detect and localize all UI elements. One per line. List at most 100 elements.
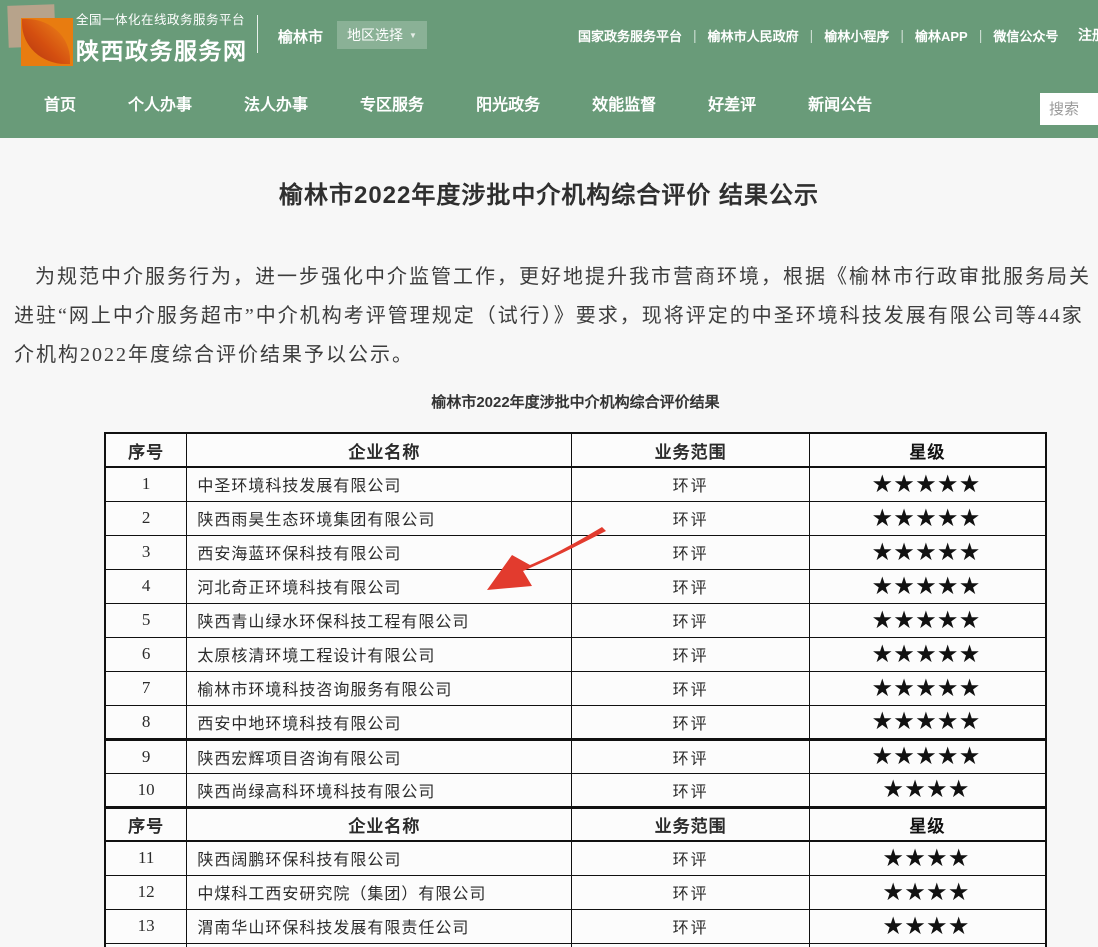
business-scope-cell: 环评: [572, 535, 809, 569]
row-number-cell: 12: [105, 875, 187, 909]
business-scope-cell: 环评: [572, 705, 809, 739]
row-number-cell: 8: [105, 705, 187, 739]
row-number-cell: 5: [105, 603, 187, 637]
table-row: 12中煤科工西安研究院（集团）有限公司环评★★★★: [105, 875, 1046, 909]
nav-item-legal-person[interactable]: 法人办事: [244, 91, 308, 115]
site-name: 陕西政务服务网: [76, 32, 248, 66]
business-scope-cell: 环评: [572, 467, 809, 501]
business-scope-cell: 环评: [572, 637, 809, 671]
region-select-button[interactable]: 地区选择 ▼: [337, 21, 427, 49]
company-name-cell: 陕西青山绿水环保科技工程有限公司: [187, 603, 572, 637]
column-header: 星级: [809, 807, 1046, 841]
star-rating-cell: ★★★★★: [809, 705, 1046, 739]
row-number-cell: 13: [105, 909, 187, 943]
nav-item-efficiency[interactable]: 效能监督: [592, 91, 656, 115]
company-name-cell: 西安中地环境科技有限公司: [187, 705, 572, 739]
nav-item-news[interactable]: 新闻公告: [808, 91, 872, 115]
column-header: 企业名称: [187, 807, 572, 841]
business-scope-cell: 环评: [572, 739, 809, 773]
table-row: 9陕西宏辉项目咨询有限公司环评★★★★★: [105, 739, 1046, 773]
company-name-cell: 太原核清环境工程设计有限公司: [187, 637, 572, 671]
table-row: 13渭南华山环保科技发展有限责任公司环评★★★★: [105, 909, 1046, 943]
business-scope-cell: 环评: [572, 875, 809, 909]
star-rating-cell: ★★★★★: [809, 739, 1046, 773]
row-number-cell: 11: [105, 841, 187, 875]
table-row: 5陕西青山绿水环保科技工程有限公司环评★★★★★: [105, 603, 1046, 637]
link-separator: |: [979, 27, 983, 43]
empty-cell: [187, 943, 572, 947]
quick-links: 国家政务服务平台 | 榆林市人民政府 | 榆林小程序 | 榆林APP | 微信公…: [578, 26, 1058, 44]
nav-item-rating[interactable]: 好差评: [708, 91, 756, 115]
column-header: 业务范围: [572, 433, 809, 467]
table-row: 1中圣环境科技发展有限公司环评★★★★★: [105, 467, 1046, 501]
nav-item-special-zone[interactable]: 专区服务: [360, 91, 424, 115]
empty-cell: [105, 943, 187, 947]
link-yulin-app[interactable]: 榆林APP: [915, 26, 968, 45]
star-rating-cell: ★★★★: [809, 773, 1046, 807]
star-rating-cell: ★★★★★: [809, 637, 1046, 671]
star-rating-cell: ★★★★★: [809, 501, 1046, 535]
region-select-label: 地区选择: [347, 25, 403, 45]
table-row: 4河北奇正环境科技有限公司环评★★★★★: [105, 569, 1046, 603]
company-name-cell: 陕西尚绿高科环境科技有限公司: [187, 773, 572, 807]
search-input[interactable]: [1040, 93, 1098, 125]
link-wechat-official[interactable]: 微信公众号: [993, 26, 1058, 45]
link-separator: |: [693, 27, 697, 43]
row-number-cell: 10: [105, 773, 187, 807]
company-name-cell: 渭南华山环保科技发展有限责任公司: [187, 909, 572, 943]
row-number-cell: 7: [105, 671, 187, 705]
business-scope-cell: 环评: [572, 569, 809, 603]
column-header: 企业名称: [187, 433, 572, 467]
nav-item-sunshine-gov[interactable]: 阳光政务: [476, 91, 540, 115]
table-header-row: 序号企业名称业务范围星级: [105, 433, 1046, 467]
nav-item-home[interactable]: 首页: [44, 91, 76, 115]
table-row: 2陕西雨昊生态环境集团有限公司环评★★★★★: [105, 501, 1046, 535]
business-scope-cell: 环评: [572, 501, 809, 535]
evaluation-table-body: 序号企业名称业务范围星级1中圣环境科技发展有限公司环评★★★★★2陕西雨昊生态环…: [105, 433, 1046, 947]
table-row: 3西安海蓝环保科技有限公司环评★★★★★: [105, 535, 1046, 569]
row-number-cell: 6: [105, 637, 187, 671]
star-rating-cell: ★★★★: [809, 841, 1046, 875]
brand-divider: [257, 15, 258, 53]
row-number-cell: 9: [105, 739, 187, 773]
site-logo[interactable]: [8, 4, 74, 66]
nav-item-personal[interactable]: 个人办事: [128, 91, 192, 115]
search-box: [1040, 93, 1098, 125]
company-name-cell: 中煤科工西安研究院（集团）有限公司: [187, 875, 572, 909]
current-city-label: 榆林市: [278, 26, 323, 47]
register-link[interactable]: 注册: [1078, 25, 1098, 45]
link-separator: |: [810, 27, 814, 43]
link-national-platform[interactable]: 国家政务服务平台: [578, 26, 682, 45]
company-name-cell: 陕西雨昊生态环境集团有限公司: [187, 501, 572, 535]
table-caption: 榆林市2022年度涉批中介机构综合评价结果: [104, 391, 1047, 412]
star-rating-cell: ★★★★★: [809, 671, 1046, 705]
row-number-cell: 2: [105, 501, 187, 535]
table-row: 7榆林市环境科技咨询服务有限公司环评★★★★★: [105, 671, 1046, 705]
empty-cell: [572, 943, 809, 947]
star-rating-cell: ★★★★★: [809, 603, 1046, 637]
announcement-page: 榆林市2022年度涉批中介机构综合评价 结果公示 为规范中介服务行为，进一步强化…: [0, 138, 1098, 947]
star-rating-cell: ★★★★★: [809, 569, 1046, 603]
row-number-cell: 1: [105, 467, 187, 501]
table-row-partial: [105, 943, 1046, 947]
table-header-row: 序号企业名称业务范围星级: [105, 807, 1046, 841]
table-row: 8西安中地环境科技有限公司环评★★★★★: [105, 705, 1046, 739]
announcement-paragraph: 为规范中介服务行为，进一步强化中介监管工作，更好地提升我市营商环境，根据《榆林市…: [14, 258, 1098, 375]
site-header: 全国一体化在线政务服务平台 陕西政务服务网 榆林市 地区选择 ▼ 国家政务服务平…: [0, 0, 1098, 138]
company-name-cell: 榆林市环境科技咨询服务有限公司: [187, 671, 572, 705]
company-name-cell: 陕西阔鹏环保科技有限公司: [187, 841, 572, 875]
page-title: 榆林市2022年度涉批中介机构综合评价 结果公示: [0, 175, 1098, 210]
star-rating-cell: ★★★★: [809, 909, 1046, 943]
company-name-cell: 西安海蓝环保科技有限公司: [187, 535, 572, 569]
paragraph-line: 介机构2022年度综合评价结果予以公示。: [14, 336, 1098, 375]
column-header: 序号: [105, 433, 187, 467]
column-header: 序号: [105, 807, 187, 841]
link-yulin-miniprogram[interactable]: 榆林小程序: [824, 26, 889, 45]
column-header: 星级: [809, 433, 1046, 467]
evaluation-table: 序号企业名称业务范围星级1中圣环境科技发展有限公司环评★★★★★2陕西雨昊生态环…: [104, 432, 1047, 947]
column-header: 业务范围: [572, 807, 809, 841]
paragraph-line: 为规范中介服务行为，进一步强化中介监管工作，更好地提升我市营商环境，根据《榆林市…: [14, 258, 1098, 297]
chevron-down-icon: ▼: [409, 31, 417, 40]
link-yulin-government[interactable]: 榆林市人民政府: [708, 26, 799, 45]
business-scope-cell: 环评: [572, 909, 809, 943]
